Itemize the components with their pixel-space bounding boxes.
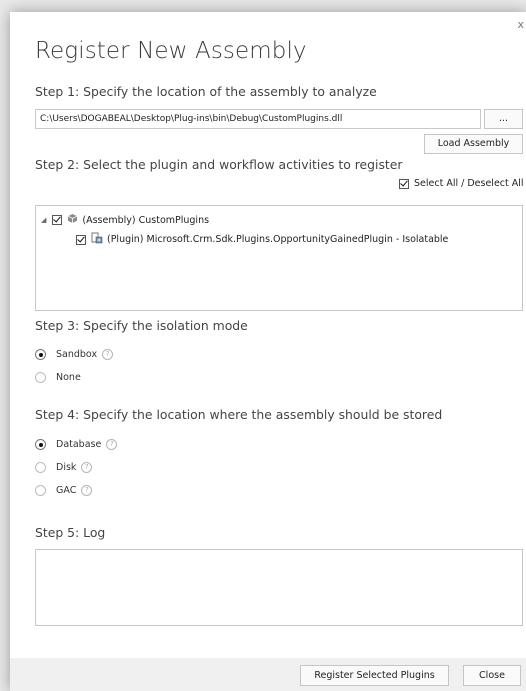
- radio-label: None: [56, 372, 81, 383]
- plugin-tree: ◢ (Assembly) CustomPlugins (Plugin) Micr…: [35, 205, 523, 311]
- assembly-path-input[interactable]: C:\Users\DOGABEAL\Desktop\Plug-ins\bin\D…: [35, 109, 481, 129]
- radio-label: Sandbox: [56, 349, 98, 360]
- storage-disk-radio[interactable]: Disk ?: [35, 462, 93, 473]
- dialog-title: Register New Assembly: [35, 38, 307, 64]
- browse-button[interactable]: ...: [484, 109, 523, 129]
- assembly-checkbox[interactable]: [52, 215, 63, 225]
- isolation-none-radio[interactable]: None: [35, 372, 81, 383]
- dialog-footer: Register Selected Plugins Close: [10, 658, 526, 691]
- radio-selected-icon[interactable]: [35, 439, 46, 450]
- collapse-arrow-icon[interactable]: ◢: [41, 216, 46, 224]
- plugin-icon: [91, 232, 103, 247]
- register-selected-plugins-button[interactable]: Register Selected Plugins: [300, 665, 449, 686]
- load-assembly-button[interactable]: Load Assembly: [424, 134, 523, 154]
- assembly-icon: [67, 213, 78, 227]
- tree-item-assembly[interactable]: ◢ (Assembly) CustomPlugins: [41, 213, 209, 227]
- help-icon[interactable]: ?: [102, 349, 114, 360]
- help-icon[interactable]: ?: [81, 462, 93, 473]
- select-all-check-icon[interactable]: [399, 178, 409, 189]
- tree-item-label: (Plugin) Microsoft.Crm.Sdk.Plugins.Oppor…: [107, 234, 449, 245]
- radio-selected-icon[interactable]: [35, 349, 46, 360]
- register-assembly-dialog: x Register New Assembly Step 1: Specify …: [10, 12, 526, 691]
- radio-unselected-icon[interactable]: [35, 462, 46, 473]
- close-button[interactable]: Close: [463, 665, 521, 686]
- isolation-sandbox-radio[interactable]: Sandbox ?: [35, 349, 114, 360]
- step3-label: Step 3: Specify the isolation mode: [35, 318, 248, 333]
- select-all-label: Select All / Deselect All: [414, 178, 524, 189]
- step5-label: Step 5: Log: [35, 525, 106, 540]
- radio-label: GAC: [56, 485, 77, 496]
- storage-gac-radio[interactable]: GAC ?: [35, 485, 93, 496]
- help-icon[interactable]: ?: [106, 439, 118, 450]
- close-icon[interactable]: x: [517, 18, 524, 31]
- radio-label: Database: [56, 439, 102, 450]
- step2-label: Step 2: Select the plugin and workflow a…: [35, 157, 403, 172]
- plugin-checkbox[interactable]: [76, 234, 86, 245]
- tree-item-label: (Assembly) CustomPlugins: [82, 214, 210, 226]
- tree-item-plugin[interactable]: (Plugin) Microsoft.Crm.Sdk.Plugins.Oppor…: [76, 232, 448, 247]
- log-output[interactable]: [35, 549, 523, 626]
- radio-label: Disk: [56, 462, 77, 473]
- storage-database-radio[interactable]: Database ?: [35, 439, 118, 450]
- step1-label: Step 1: Specify the location of the asse…: [35, 84, 377, 99]
- step4-label: Step 4: Specify the location where the a…: [35, 407, 443, 422]
- help-icon[interactable]: ?: [81, 485, 93, 496]
- radio-unselected-icon[interactable]: [35, 372, 46, 383]
- radio-unselected-icon[interactable]: [35, 485, 46, 496]
- select-all-checkbox[interactable]: Select All / Deselect All: [399, 178, 524, 189]
